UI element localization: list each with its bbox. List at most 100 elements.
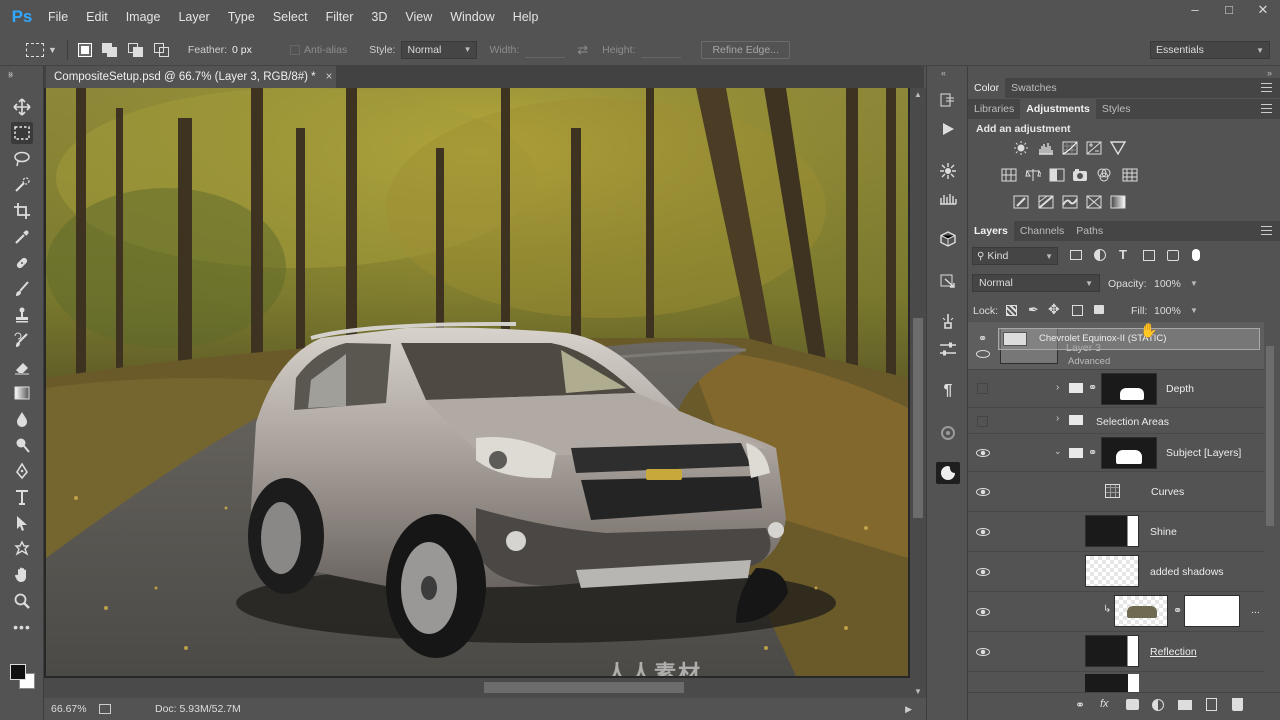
posterize-icon[interactable] — [1038, 195, 1054, 209]
tab-paths[interactable]: Paths — [1070, 221, 1109, 241]
pen-tool-icon[interactable] — [11, 460, 33, 482]
filter-toggle-icon[interactable] — [1192, 249, 1200, 261]
curves-icon[interactable] — [1062, 141, 1078, 155]
channel-mixer-icon[interactable] — [1096, 168, 1112, 182]
new-adjustment-icon[interactable] — [1152, 699, 1164, 711]
add-selection-icon[interactable] — [101, 42, 118, 57]
move-tool-icon[interactable] — [11, 96, 33, 118]
notes-panel-icon[interactable] — [936, 462, 960, 484]
layers-scroll-thumb[interactable] — [1266, 346, 1274, 526]
chevron-right-icon[interactable]: › — [1056, 413, 1059, 424]
layer-row-added-shadows[interactable]: added shadows — [968, 552, 1264, 592]
properties-panel-icon[interactable] — [936, 338, 960, 360]
type-tool-icon[interactable] — [11, 486, 33, 508]
close-icon[interactable]: ✕ — [1256, 3, 1270, 16]
swap-icon[interactable]: ⇄ — [577, 42, 588, 58]
blend-mode-select[interactable]: Normal ▼ — [972, 274, 1100, 292]
menu-help[interactable]: Help — [513, 10, 539, 24]
tool-presets-icon[interactable] — [936, 310, 960, 332]
tab-swatches[interactable]: Swatches — [1005, 78, 1063, 98]
layer-row-subject[interactable]: ⌄ ⚭ Subject [Layers] — [968, 434, 1264, 472]
panel-menu-icon[interactable] — [1261, 226, 1272, 235]
lock-artboard-icon[interactable] — [1072, 305, 1083, 316]
gradient-tool-icon[interactable] — [11, 382, 33, 404]
foreground-color-swatch[interactable] — [10, 664, 26, 680]
marquee-preset-icon[interactable] — [26, 42, 44, 57]
tab-layers[interactable]: Layers — [968, 221, 1014, 241]
timeline-panel-icon[interactable] — [936, 270, 960, 292]
chevron-down-icon[interactable]: ▼ — [1190, 279, 1198, 288]
layer-style-icon[interactable]: fx — [1100, 698, 1109, 710]
fill-value[interactable]: 100% — [1154, 305, 1181, 317]
scroll-up-icon[interactable]: ▲ — [914, 90, 922, 99]
hand-tool-icon[interactable] — [11, 564, 33, 586]
history-panel-icon[interactable] — [936, 90, 960, 112]
menu-select[interactable]: Select — [273, 10, 308, 24]
vibrance-icon[interactable] — [1109, 141, 1127, 156]
style-select[interactable]: Normal ▼ — [401, 40, 478, 59]
brush-tool-icon[interactable] — [11, 278, 33, 300]
styles-swirl-icon[interactable] — [936, 422, 960, 444]
canvas-vertical-scrollbar[interactable]: ▲ ▼ — [910, 88, 926, 698]
document-tab[interactable]: CompositeSetup.psd @ 66.7% (Layer 3, RGB… — [46, 66, 336, 88]
menu-window[interactable]: Window — [450, 10, 494, 24]
lock-transparent-icon[interactable] — [1006, 305, 1017, 316]
horizontal-scroll-thumb[interactable] — [484, 682, 684, 693]
exposure-icon[interactable] — [1086, 141, 1102, 155]
lock-brush-icon[interactable]: ✒ — [1028, 302, 1039, 318]
visibility-empty-box[interactable] — [977, 383, 988, 394]
hue-saturation-icon[interactable] — [1001, 168, 1017, 182]
tab-channels[interactable]: Channels — [1014, 221, 1070, 241]
threshold-icon[interactable] — [1062, 195, 1078, 209]
tab-styles[interactable]: Styles — [1096, 99, 1137, 119]
menu-filter[interactable]: Filter — [326, 10, 354, 24]
zoom-tool-icon[interactable] — [11, 590, 33, 612]
levels-icon[interactable] — [1038, 141, 1054, 155]
export-icon[interactable] — [99, 704, 111, 714]
eye-icon[interactable] — [976, 568, 990, 576]
scroll-down-icon[interactable]: ▼ — [914, 687, 922, 696]
lock-all-icon[interactable] — [1094, 305, 1104, 314]
tab-close-icon[interactable]: × — [326, 71, 333, 83]
layer-row-reflection[interactable]: Reflection — [968, 632, 1264, 672]
layer-filter-select[interactable]: ⚲ Kind ▼ — [972, 247, 1058, 265]
layer-row-car[interactable]: ↳ ⚭ ... — [968, 592, 1264, 632]
color-balance-icon[interactable] — [1025, 168, 1043, 182]
photo-filter-icon[interactable] — [1072, 168, 1088, 182]
tab-libraries[interactable]: Libraries — [968, 99, 1020, 119]
chevron-down-icon[interactable]: ▼ — [48, 45, 57, 55]
panel-menu-icon[interactable] — [1261, 83, 1272, 92]
quick-selection-tool-icon[interactable] — [11, 174, 33, 196]
vertical-scroll-thumb[interactable] — [913, 318, 923, 518]
menu-file[interactable]: File — [48, 10, 68, 24]
canvas-area[interactable]: 人人素材 — [44, 88, 910, 678]
eye-icon[interactable] — [976, 350, 990, 358]
menu-layer[interactable]: Layer — [178, 10, 209, 24]
chevron-right-icon[interactable]: › — [1056, 382, 1059, 393]
lasso-tool-icon[interactable] — [11, 148, 33, 170]
eraser-tool-icon[interactable] — [11, 356, 33, 378]
menu-3d[interactable]: 3D — [371, 10, 387, 24]
visibility-empty-box[interactable] — [977, 416, 988, 427]
minimize-icon[interactable]: – — [1188, 3, 1202, 16]
restore-icon[interactable]: □ — [1222, 3, 1236, 16]
eye-icon[interactable] — [976, 648, 990, 656]
tab-adjustments[interactable]: Adjustments — [1020, 99, 1096, 119]
eye-icon[interactable] — [976, 488, 990, 496]
dodge-tool-icon[interactable] — [11, 434, 33, 456]
marquee-tool-icon[interactable] — [11, 122, 33, 144]
crop-tool-icon[interactable] — [11, 200, 33, 222]
new-selection-icon[interactable] — [77, 42, 92, 57]
menu-image[interactable]: Image — [126, 10, 161, 24]
shape-tool-icon[interactable] — [11, 538, 33, 560]
layer-row-layer-3[interactable]: ⚭ Layer 3 Advanced Chevrolet Equinox-II … — [968, 322, 1264, 370]
filter-adjustment-icon[interactable] — [1094, 249, 1106, 261]
menu-type[interactable]: Type — [228, 10, 255, 24]
width-input[interactable] — [525, 42, 566, 58]
brushes-panel-icon[interactable] — [936, 188, 960, 210]
brightness-contrast-icon[interactable] — [1013, 141, 1029, 155]
3d-panel-icon[interactable] — [936, 228, 960, 250]
feather-input[interactable]: 0 px — [232, 44, 284, 56]
eye-icon[interactable] — [976, 608, 990, 616]
layer-row-shine[interactable]: Shine — [968, 512, 1264, 552]
